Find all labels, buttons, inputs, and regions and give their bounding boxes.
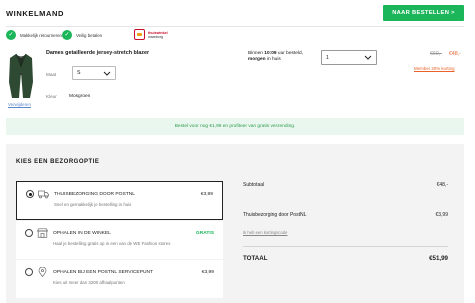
total-value: €51,99 [429,255,448,262]
option-price: GRATIS [195,231,214,236]
truck-icon [38,190,49,199]
product-image[interactable] [8,52,34,100]
chevron-down-icon [103,71,111,76]
delivery-options: THUISBEZORGING DOOR POSTNL Snel en gemak… [16,181,223,299]
location-pin-icon [38,267,47,277]
check-icon: ✓ [62,30,72,40]
radio-button-selected[interactable] [26,190,34,198]
option-title: THUISBEZORGING DOOR POSTNL [54,192,135,197]
usp-returns: ✓ Makkelijk retourneren [6,30,62,40]
coupon-code-link[interactable]: Ik heb een kortingscode [243,230,287,235]
radio-button[interactable] [25,268,33,276]
radio-button[interactable] [25,229,33,237]
delivery-option-store[interactable]: OPHALEN IN DE WINKEL Haal je bestelling … [16,221,223,259]
member-discount-link[interactable]: Member 20% korting [414,66,455,71]
option-description: Snel en gemakkelijk je bestelling in hui… [54,202,132,207]
sale-price: €48,- [449,51,461,57]
product-name[interactable]: Dames getailleerde jersey-stretch blazer [46,50,149,56]
option-price: €3,99 [200,192,213,197]
original-price: €60,- [430,51,442,57]
chevron-down-icon [364,55,372,60]
color-label: Kleur [46,94,57,99]
usp-label: Makkelijk retourneren [20,32,62,38]
total-row: TOTAAL €51,99 [243,255,448,262]
store-icon [37,228,48,238]
size-label: Maat [46,72,57,77]
option-description: Kies uit meer dan 3200 afhaalpunten [53,280,125,285]
shipping-value: €3,99 [435,212,448,218]
option-description: Haal je bestelling gratis op in een van … [53,241,171,246]
header-divider [6,26,464,27]
subtotal-row: Subtotaal €48,- [243,182,448,188]
delivery-option-home[interactable]: THUISBEZORGING DOOR POSTNL Snel en gemak… [16,181,223,220]
trustmark-line2: waarborg [148,34,163,39]
option-price: €3,99 [201,270,214,275]
subtotal-label: Subtotaal [243,182,265,188]
size-value: S [77,70,81,76]
shipping-row: Thuisbezorging door PostNL €3,99 [243,212,448,218]
check-icon: ✓ [6,30,16,40]
remove-link[interactable]: Verwijderen [8,102,31,107]
delivery-title: KIES EEN BEZORGOPTIE [16,159,100,165]
quantity-select[interactable]: 1 [321,50,377,65]
trustmark[interactable]: thuiswinkel waarborg [134,29,168,40]
option-title: OPHALEN IN DE WINKEL [53,231,111,236]
thuiswinkel-logo-icon [134,29,145,40]
subtotal-value: €48,- [436,182,448,188]
total-label: TOTAAL [243,255,268,262]
free-shipping-banner: Bestel voor nog €1,99 en profiteer van g… [6,118,464,135]
delivery-option-servicepoint[interactable]: OPHALEN BIJ EEN POSTNL SERVICEPUNT Kies … [16,260,223,298]
checkout-button[interactable]: NAAR BESTELLEN > [383,5,464,21]
color-value: Mosgroen [69,94,91,99]
page-title: WINKELMAND [6,9,65,18]
summary-divider [243,246,448,247]
option-title: OPHALEN BIJ EEN POSTNL SERVICEPUNT [53,270,154,275]
delivery-estimate: Binnen 10:09 uur besteld, morgen in huis [248,51,303,62]
usp-label: Veilig betalen [76,32,103,38]
size-select[interactable]: S [72,66,116,80]
shipping-label: Thuisbezorging door PostNL [243,212,307,218]
usp-payment: ✓ Veilig betalen [62,30,102,40]
quantity-value: 1 [326,54,329,61]
